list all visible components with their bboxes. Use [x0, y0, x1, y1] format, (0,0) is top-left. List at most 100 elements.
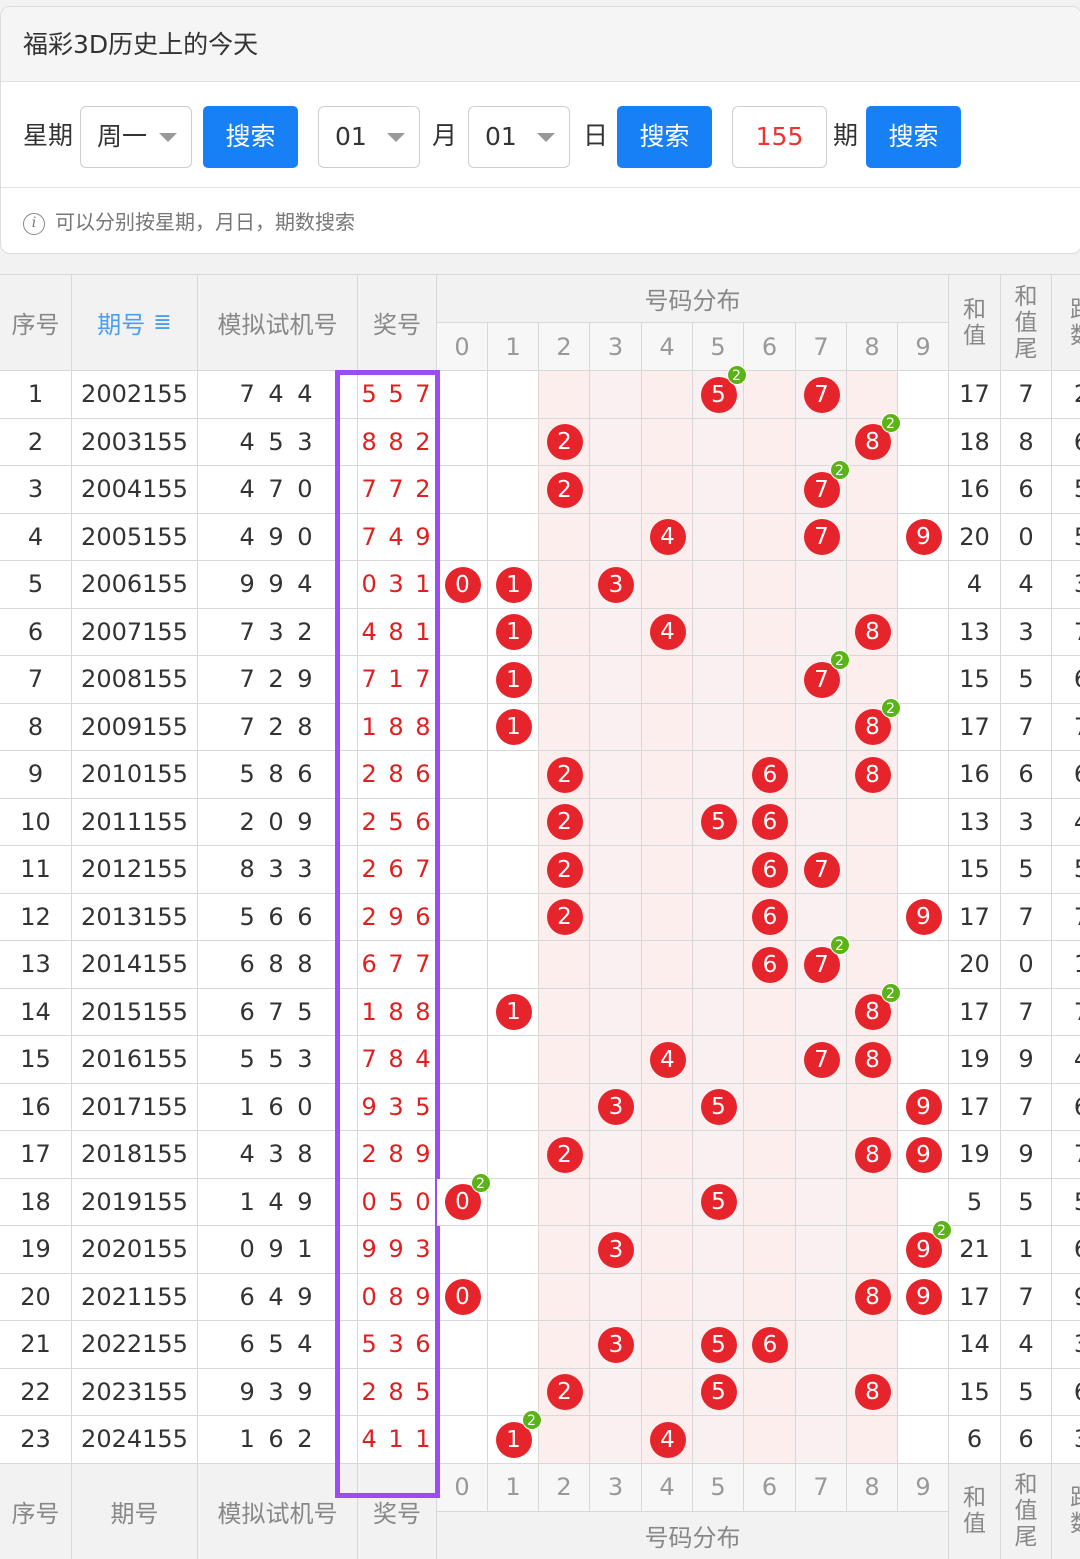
road-value: 5 — [1074, 475, 1080, 503]
dist-cell: 2 — [539, 1368, 590, 1416]
row-issue[interactable]: 2012155 — [72, 846, 198, 894]
tail-value: 7 — [1018, 997, 1034, 1026]
dist-cell — [796, 988, 847, 1036]
date-search-button[interactable]: 搜索 — [617, 106, 712, 168]
dist-cell — [488, 1321, 539, 1369]
dist-cell — [898, 1178, 949, 1226]
dist-cell — [437, 893, 488, 941]
row-tail: 7 — [1001, 371, 1052, 419]
dist-cell — [642, 418, 693, 466]
sim-value: 5 6 6 — [239, 902, 316, 931]
header-digit-0: 0 — [437, 323, 488, 371]
tail-value: 3 — [1018, 617, 1034, 646]
row-issue[interactable]: 2016155 — [72, 1036, 198, 1084]
sim-value: 7 3 2 — [239, 617, 316, 646]
row-issue[interactable]: 2004155 — [72, 466, 198, 514]
row-issue[interactable]: 2021155 — [72, 1273, 198, 1321]
win-value: 0 3 1 — [361, 570, 433, 599]
tail-value: 0 — [1018, 522, 1034, 551]
row-road: 5 — [1052, 466, 1080, 514]
dist-cell: 7 — [796, 1036, 847, 1084]
header-digit-4: 4 — [642, 323, 693, 371]
dist-cell — [744, 608, 796, 656]
sim-value: 6 4 9 — [239, 1282, 316, 1311]
row-issue[interactable]: 2005155 — [72, 513, 198, 561]
row-sim: 9 9 4 — [198, 561, 358, 609]
row-issue[interactable]: 2009155 — [72, 703, 198, 751]
dist-cell: 8 — [847, 1368, 898, 1416]
number-ball: 1 — [495, 661, 532, 698]
repeat-badge: 2 — [726, 365, 747, 385]
row-seq: 2 — [0, 418, 72, 466]
issue-value: 2024155 — [81, 1425, 188, 1454]
sum-header-label: 和值 — [963, 296, 986, 349]
month-select[interactable]: 01 — [318, 106, 420, 168]
footer-digit-9: 9 — [898, 1463, 949, 1512]
dist-cell — [693, 1416, 744, 1464]
row-issue[interactable]: 2011155 — [72, 798, 198, 846]
win-value: 2 5 6 — [361, 807, 433, 836]
seq-value: 14 — [20, 997, 51, 1026]
row-issue[interactable]: 2003155 — [72, 418, 198, 466]
row-tail: 7 — [1001, 1083, 1052, 1131]
dist-cell: 1 — [488, 703, 539, 751]
issue-value: 2020155 — [81, 1235, 188, 1264]
sort-icon[interactable]: ≣ — [153, 310, 171, 335]
row-issue[interactable]: 2022155 — [72, 1321, 198, 1369]
row-sim: 5 5 3 — [198, 1036, 358, 1084]
issue-input[interactable]: 155 — [732, 106, 827, 168]
row-seq: 10 — [0, 798, 72, 846]
row-sim: 4 7 0 — [198, 466, 358, 514]
dist-cell: 6 — [744, 941, 796, 989]
row-issue[interactable]: 2019155 — [72, 1178, 198, 1226]
dist-cell — [642, 371, 693, 419]
sim-value: 4 3 8 — [239, 1140, 316, 1169]
row-road: 5 — [1052, 513, 1080, 561]
issue-search-button[interactable]: 搜索 — [866, 106, 961, 168]
sum-value: 17 — [959, 380, 990, 409]
tail-value: 1 — [1018, 1235, 1034, 1264]
dist-cell — [898, 561, 949, 609]
dist-cell — [693, 513, 744, 561]
tail-value: 9 — [1018, 1045, 1034, 1074]
row-issue[interactable]: 2014155 — [72, 941, 198, 989]
row-issue[interactable]: 2002155 — [72, 371, 198, 419]
row-issue[interactable]: 2018155 — [72, 1131, 198, 1179]
row-issue[interactable]: 2007155 — [72, 608, 198, 656]
row-issue[interactable]: 2024155 — [72, 1416, 198, 1464]
row-issue[interactable]: 2017155 — [72, 1083, 198, 1131]
repeat-badge: 2 — [470, 1172, 491, 1193]
sim-value: 1 6 0 — [239, 1092, 316, 1121]
row-issue[interactable]: 2008155 — [72, 656, 198, 704]
row-issue[interactable]: 2015155 — [72, 988, 198, 1036]
dist-cell — [847, 1083, 898, 1131]
row-issue[interactable]: 2006155 — [72, 561, 198, 609]
repeat-badge: 2 — [880, 412, 901, 433]
road-value: 6 — [1074, 760, 1080, 788]
dist-header-label: 号码分布 — [644, 287, 741, 315]
day-select[interactable]: 01 — [468, 106, 570, 168]
row-issue[interactable]: 2013155 — [72, 893, 198, 941]
row-seq: 18 — [0, 1178, 72, 1226]
dist-cell: 52 — [693, 365, 747, 419]
dist-cell — [539, 1226, 590, 1274]
header-issue[interactable]: 期号 ≣ — [72, 275, 198, 371]
dist-cell — [437, 656, 488, 704]
row-issue[interactable]: 2020155 — [72, 1226, 198, 1274]
week-select[interactable]: 周一 — [80, 106, 192, 168]
dist-cell: 92 — [898, 1220, 952, 1274]
footer-digit-1: 1 — [488, 1463, 539, 1512]
sim-value: 6 5 4 — [239, 1330, 316, 1359]
row-tail: 5 — [1001, 846, 1052, 894]
dist-cell — [744, 1416, 796, 1464]
sim-value: 5 8 6 — [239, 760, 316, 789]
row-issue[interactable]: 2023155 — [72, 1368, 198, 1416]
week-search-button[interactable]: 搜索 — [203, 106, 298, 168]
day-select-value: 01 — [485, 122, 517, 151]
tail-value: 6 — [1018, 475, 1034, 504]
tail-value: 7 — [1018, 712, 1034, 741]
sum-value: 15 — [959, 665, 990, 694]
row-sim: 1 6 2 — [198, 1416, 358, 1464]
dist-cell: 82 — [847, 412, 901, 466]
row-issue[interactable]: 2010155 — [72, 751, 198, 799]
